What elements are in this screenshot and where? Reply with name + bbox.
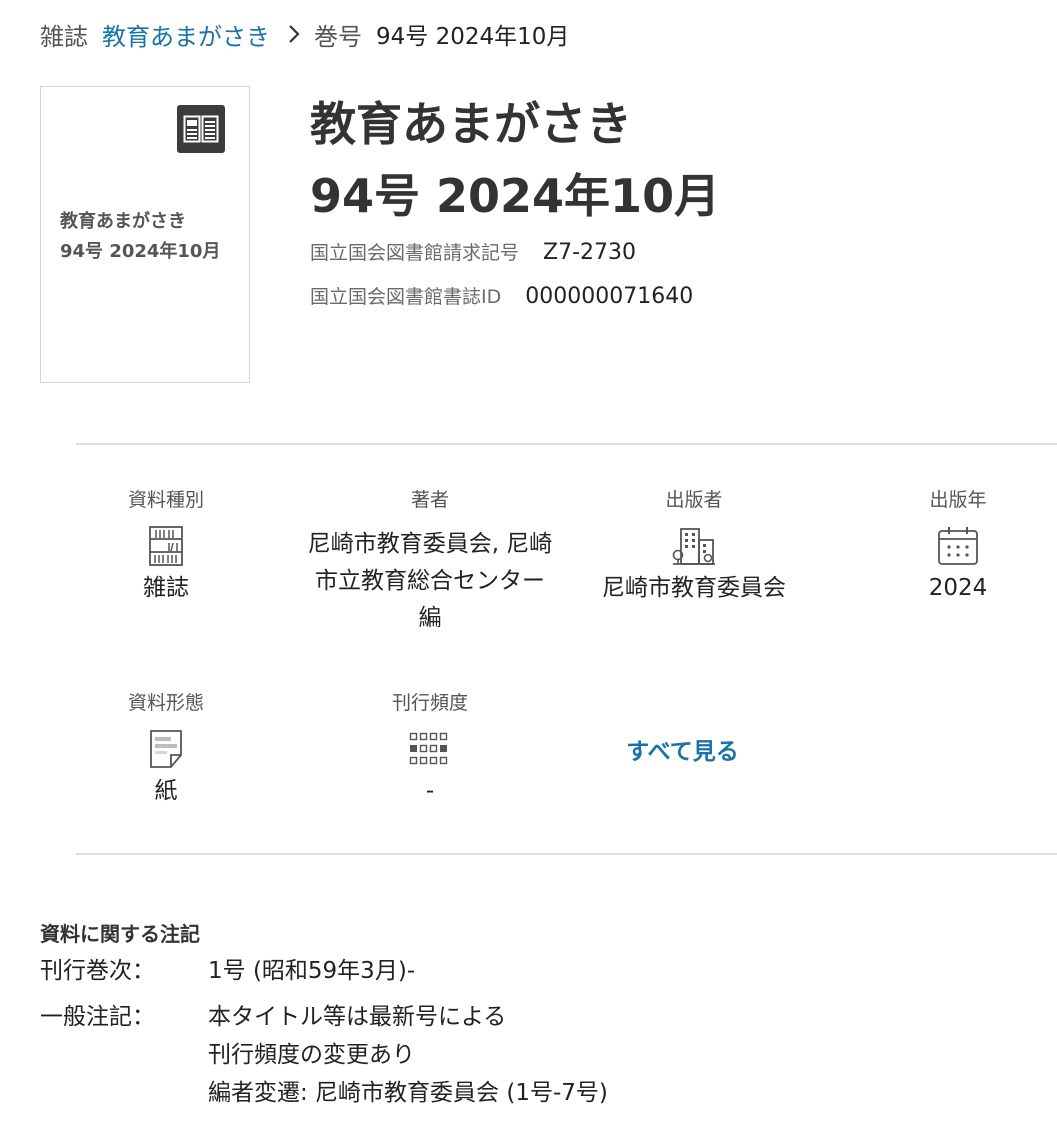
call-number-row: 国立国会図書館請求記号 Z7-2730 xyxy=(310,238,636,265)
bib-id-value: 000000071640 xyxy=(525,284,694,309)
cover-title-line2: 94号 2024年10月 xyxy=(60,241,221,262)
frequency-grid-icon xyxy=(340,729,520,769)
note-general-values: 本タイトル等は最新号による 刊行頻度の変更あり 編者変遷: 尼崎市教育委員会 (… xyxy=(208,998,608,1112)
author-value: 尼崎市教育委員会, 尼崎市立教育総合センター 編 xyxy=(307,531,553,631)
bookshelf-icon xyxy=(76,526,256,566)
cover-title: 教育あまがさき 94号 2024年10月 xyxy=(60,207,240,267)
bib-id-label: 国立国会図書館書誌ID xyxy=(310,286,502,308)
format-cell: 資料形態 紙 xyxy=(76,689,256,810)
cover-title-line1: 教育あまがさき xyxy=(60,211,186,232)
note-row-volumes: 刊行巻次： 1号 (昭和59年3月)- xyxy=(40,952,415,990)
page-title-line2: 94号 2024年10月 xyxy=(310,169,721,223)
breadcrumb-issue-value: 94号 2024年10月 xyxy=(376,24,570,50)
material-type-cell: 資料種別 雑誌 xyxy=(76,486,256,607)
breadcrumb: 雑誌 教育あまがさき 巻号 94号 2024年10月 xyxy=(40,14,569,54)
note-general-value: 編者変遷: 尼崎市教育委員会 (1号-7号) xyxy=(208,1080,608,1106)
material-type-label: 資料種別 xyxy=(127,489,204,511)
chevron-right-icon xyxy=(288,24,300,44)
call-number-label: 国立国会図書館請求記号 xyxy=(310,242,520,264)
format-value: 紙 xyxy=(154,778,178,804)
note-general-label: 一般注記： xyxy=(40,1004,155,1030)
material-type-value: 雑誌 xyxy=(143,575,189,601)
breadcrumb-magazine-link[interactable]: 教育あまがさき xyxy=(102,17,270,52)
breadcrumb-magazine-label: 雑誌 xyxy=(40,22,88,51)
divider-bottom xyxy=(76,853,1057,855)
frequency-value: - xyxy=(425,778,435,804)
note-volumes-value: 1号 (昭和59年3月)- xyxy=(208,958,416,984)
frequency-label: 刊行頻度 xyxy=(391,692,468,714)
note-general-value: 刊行頻度の変更あり xyxy=(208,1042,415,1068)
notes-heading: 資料に関する注記 xyxy=(40,922,200,946)
publisher-label: 出版者 xyxy=(665,489,723,511)
pub-year-label: 出版年 xyxy=(929,489,987,511)
publisher-value: 尼崎市教育委員会 xyxy=(602,575,786,601)
note-row-general: 一般注記： 本タイトル等は最新号による 刊行頻度の変更あり 編者変遷: 尼崎市教… xyxy=(40,998,608,1112)
breadcrumb-issue-label: 巻号 xyxy=(314,22,362,51)
divider-top xyxy=(76,443,1057,445)
page-title: 教育あまがさき 94号 2024年10月 xyxy=(310,88,720,232)
note-volumes-values: 1号 (昭和59年3月)- xyxy=(208,952,415,990)
cover-thumbnail: 教育あまがさき 94号 2024年10月 xyxy=(40,86,250,383)
bib-id-row: 国立国会図書館書誌ID 000000071640 xyxy=(310,282,693,309)
book-icon xyxy=(177,105,225,153)
call-number-value: Z7-2730 xyxy=(543,240,637,265)
building-icon xyxy=(560,526,828,566)
author-label: 著者 xyxy=(410,489,449,511)
frequency-cell: 刊行頻度 - xyxy=(340,689,520,810)
paper-icon xyxy=(76,729,256,769)
note-volumes-label: 刊行巻次： xyxy=(40,958,155,984)
format-label: 資料形態 xyxy=(127,692,204,714)
pub-year-value: 2024 xyxy=(928,575,988,601)
calendar-icon xyxy=(878,526,1038,566)
see-all-link[interactable]: すべて見る xyxy=(560,734,805,770)
publisher-cell: 出版者 尼崎市教育委員会 xyxy=(560,486,828,607)
pub-year-cell: 出版年 2024 xyxy=(878,486,1038,607)
page-title-line1: 教育あまがさき xyxy=(310,97,632,151)
author-cell: 著者 尼崎市教育委員会, 尼崎市立教育総合センター 編 xyxy=(305,486,555,637)
note-general-value: 本タイトル等は最新号による xyxy=(208,1004,507,1030)
